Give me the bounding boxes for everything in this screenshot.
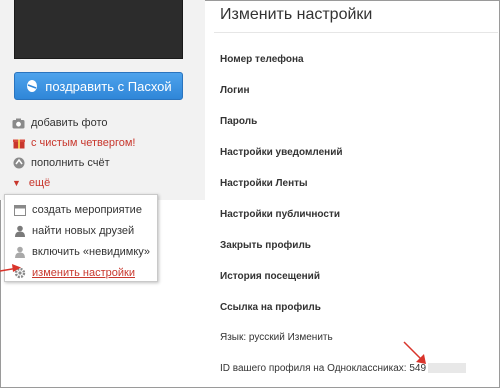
gift-icon <box>12 137 25 150</box>
dropdown-item-label: включить «невидимку» <box>32 245 151 258</box>
sidebar-item-label: пополнить счёт <box>31 157 110 169</box>
sidebar-item-clean-thursday[interactable]: с чистым четвергом! <box>12 133 135 153</box>
sidebar-item-label: с чистым четвергом! <box>31 137 136 149</box>
setting-notifications[interactable]: Настройки уведомлений <box>220 146 466 177</box>
left-sidebar: поздравить с Пасхой добавить фото с чист… <box>0 0 205 200</box>
dropdown-item-invisible-mode[interactable]: включить «невидимку» <box>5 241 157 262</box>
change-language-link[interactable]: Изменить <box>288 332 333 343</box>
dropdown-item-label: изменить настройки <box>32 266 135 279</box>
setting-password[interactable]: Пароль <box>220 115 466 146</box>
blurred-id-digits <box>428 363 467 374</box>
more-dropdown-menu: создать мероприятие найти новых друзей в… <box>4 194 158 282</box>
user-icon <box>13 224 26 237</box>
congrats-button-label: поздравить с Пасхой <box>45 78 172 94</box>
page-title: Изменить настройки <box>220 6 373 23</box>
setting-visit-history[interactable]: История посещений <box>220 270 466 301</box>
sidebar-more-toggle[interactable]: ▼ ещё <box>12 173 135 193</box>
dropdown-item-label: создать мероприятие <box>32 203 142 216</box>
invisible-icon <box>13 245 26 258</box>
more-label: ещё <box>28 177 51 189</box>
language-label: Язык: русский <box>220 332 285 343</box>
dropdown-item-label: найти новых друзей <box>32 224 135 237</box>
setting-feed[interactable]: Настройки Ленты <box>220 177 466 208</box>
setting-profile-link[interactable]: Ссылка на профиль <box>220 301 466 332</box>
settings-list: Номер телефона Логин Пароль Настройки ув… <box>220 53 467 374</box>
settings-panel: Изменить настройки Номер телефона Логин … <box>206 0 498 386</box>
profile-id-label: ID вашего профиля на Одноклассниках: 549 <box>220 363 427 374</box>
triangle-down-icon: ▼ <box>12 178 21 188</box>
setting-login[interactable]: Логин <box>220 84 466 115</box>
easter-egg-icon <box>25 79 39 93</box>
camera-icon <box>12 117 25 130</box>
title-divider <box>214 32 498 33</box>
calendar-icon <box>13 203 26 216</box>
congratulate-easter-button[interactable]: поздравить с Пасхой <box>14 72 183 100</box>
sidebar-item-top-up[interactable]: пополнить счёт <box>12 153 135 173</box>
setting-close-profile[interactable]: Закрыть профиль <box>220 239 466 270</box>
coin-icon <box>12 157 25 170</box>
dropdown-item-create-event[interactable]: создать мероприятие <box>5 199 157 220</box>
profile-photo[interactable] <box>14 0 183 59</box>
setting-publicity[interactable]: Настройки публичности <box>220 208 466 239</box>
setting-phone-number[interactable]: Номер телефона <box>220 53 466 84</box>
dropdown-item-change-settings[interactable]: изменить настройки <box>5 262 157 283</box>
sidebar-item-add-photo[interactable]: добавить фото <box>12 113 135 133</box>
dropdown-item-find-friends[interactable]: найти новых друзей <box>5 220 157 241</box>
annotation-arrow-id <box>403 341 426 364</box>
sidebar-item-label: добавить фото <box>31 117 108 129</box>
annotation-arrow-left <box>0 264 21 272</box>
sidebar-menu: добавить фото с чистым четвергом! пополн… <box>12 113 135 193</box>
